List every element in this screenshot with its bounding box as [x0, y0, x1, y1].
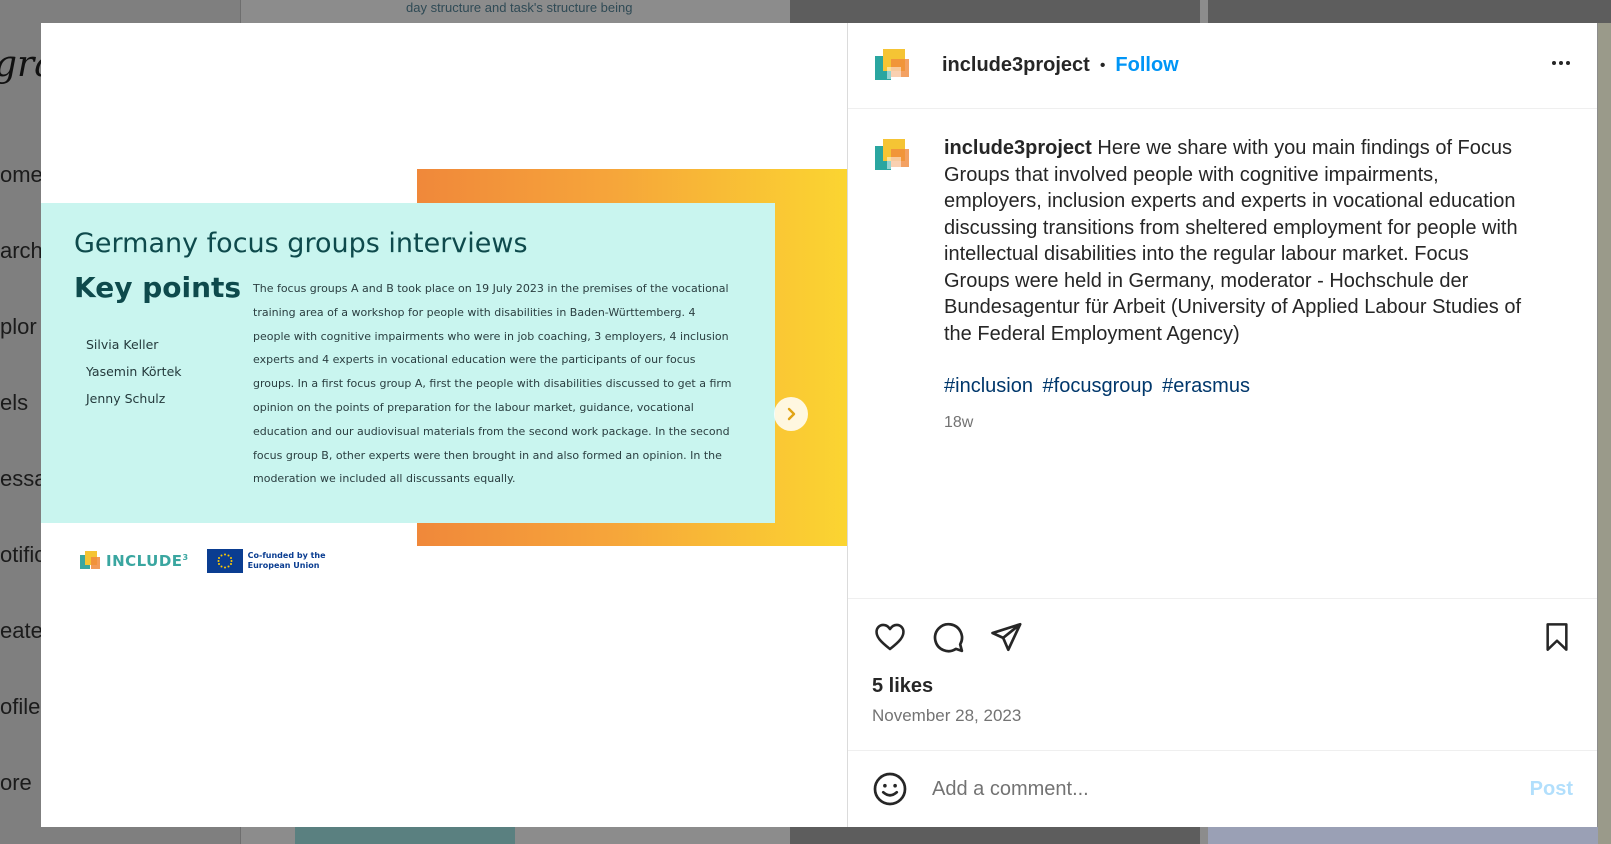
post-media[interactable]: Germany focus groups interviews Key poin… [41, 23, 848, 827]
next-slide-button[interactable] [774, 397, 808, 431]
background-nav-create: eate [0, 618, 43, 643]
slide-title: Germany focus groups interviews [74, 228, 528, 259]
eu-cofunded-text: Co-funded by the European Union [247, 551, 326, 570]
include-logo-text: INCLUDE3 [106, 552, 189, 570]
comment-bar: Post [848, 751, 1597, 827]
slide-logos: INCLUDE3 Co-funded by the European Union [79, 549, 330, 573]
more-horizontal-icon [1552, 60, 1570, 65]
likes-count[interactable]: 5 likes [872, 675, 1573, 698]
background-nav-search: arch [0, 238, 43, 263]
heart-icon [875, 623, 905, 651]
emoji-icon [873, 772, 907, 806]
include-logo-icon [80, 551, 100, 569]
caption-area: include3project Here we share with you m… [848, 109, 1597, 599]
background-thumbnail [1208, 827, 1598, 844]
like-button[interactable] [872, 619, 908, 655]
background-nav-home: ome [0, 162, 43, 187]
eu-cofunded-logo: Co-funded by the European Union [206, 549, 330, 573]
background-thumbnail [1598, 23, 1611, 844]
slide-name: Jenny Schulz [86, 391, 166, 406]
background-nav-explore: plor [0, 314, 37, 339]
comment-input[interactable] [930, 776, 1530, 802]
background-thumbnail [790, 0, 1200, 23]
post-username[interactable]: include3project [942, 54, 1090, 77]
post-comment-button[interactable]: Post [1530, 778, 1573, 801]
hashtag-link[interactable]: #inclusion [944, 375, 1033, 397]
caption-text: Here we share with you main findings of … [944, 137, 1522, 345]
background-nav-reels: els [0, 390, 29, 415]
hashtags: #inclusion #focusgroup #erasmus [944, 373, 1534, 400]
chevron-right-icon [787, 407, 796, 421]
slide-name: Yasemin Körtek [86, 364, 182, 379]
background-nav-more: ore [0, 770, 32, 795]
slide-subtitle: Key points [74, 271, 242, 304]
post-actions: 5 likes November 28, 2023 [848, 599, 1597, 751]
more-options-button[interactable] [1549, 51, 1573, 81]
separator-dot: • [1099, 56, 1106, 74]
comment-button[interactable] [930, 619, 966, 655]
background-nav-notifications: otific [0, 542, 46, 567]
background-snippet: day structure and task's structure being [406, 0, 633, 15]
post-caption: include3project Here we share with you m… [944, 135, 1534, 598]
background-nav-messages: essa [0, 466, 47, 491]
post-modal: Germany focus groups interviews Key poin… [41, 23, 1597, 827]
eu-flag-icon [206, 549, 243, 573]
background-thumbnail [790, 827, 1200, 844]
action-icons [872, 615, 1573, 659]
avatar[interactable] [872, 135, 914, 177]
post-side-panel: include3project • Follow include3project [848, 23, 1597, 827]
background-thumbnail [1208, 0, 1611, 23]
emoji-button[interactable] [872, 771, 908, 807]
save-button[interactable] [1539, 619, 1575, 655]
post-date: November 28, 2023 [872, 706, 1022, 725]
hashtag-link[interactable]: #erasmus [1162, 375, 1250, 397]
bookmark-icon [1546, 623, 1568, 651]
caption-username[interactable]: include3project [944, 137, 1092, 159]
slide-names: Silvia Keller Yasemin Körtek Jenny Schul… [86, 331, 182, 412]
share-button[interactable] [988, 619, 1024, 655]
send-icon [991, 622, 1022, 652]
slide-name: Silvia Keller [86, 337, 159, 352]
slide-body-text: The focus groups A and B took place on 1… [253, 282, 732, 486]
background-nav-profile: ofile [0, 694, 41, 719]
avatar[interactable] [872, 44, 914, 87]
follow-button[interactable]: Follow [1115, 54, 1178, 77]
comment-icon [933, 622, 964, 653]
post-age[interactable]: 18w [944, 410, 1534, 437]
post-header: include3project • Follow [848, 23, 1597, 109]
include-logo: INCLUDE3 [79, 549, 189, 573]
background-thumbnail [295, 827, 515, 844]
hashtag-link[interactable]: #focusgroup [1043, 375, 1153, 397]
